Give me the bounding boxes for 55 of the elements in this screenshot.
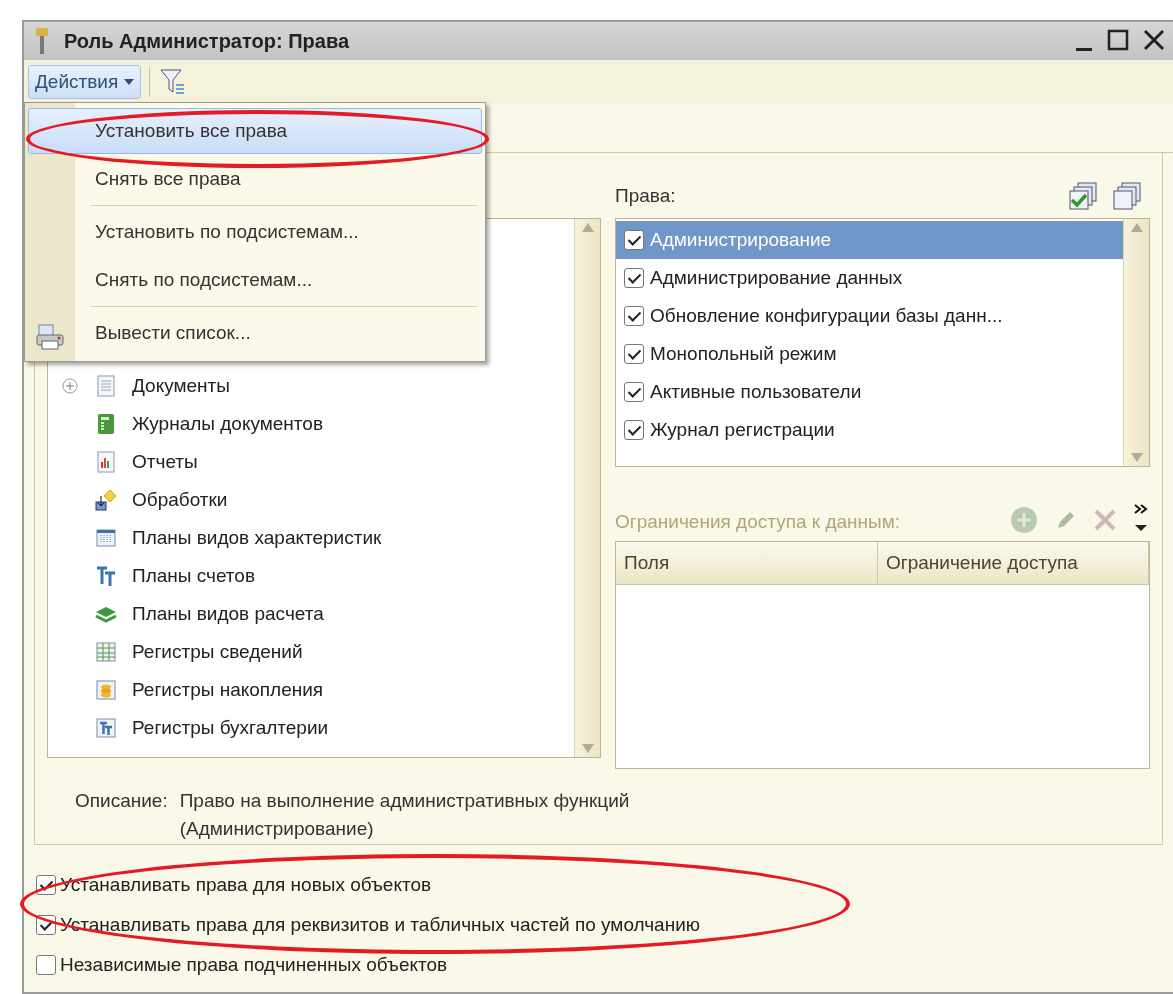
option-label[interactable]: Устанавливать права для реквизитов и табличных частей по умолчанию <box>60 914 701 936</box>
tree-item[interactable]: Регистры накопления <box>132 679 324 701</box>
document-icon <box>94 374 118 398</box>
tree-item[interactable]: Планы видов характеристик <box>132 527 382 549</box>
menu-item[interactable]: Снять по подсистемам... <box>28 257 482 303</box>
column-header[interactable]: Ограничение доступа <box>878 542 1149 584</box>
tt-ledger-icon <box>94 716 118 740</box>
caret-icon[interactable] <box>124 79 135 85</box>
checkbox[interactable] <box>624 420 644 440</box>
table-icon <box>94 640 118 664</box>
description-label: Описание: <box>75 789 168 813</box>
checkbox[interactable] <box>624 230 644 250</box>
tree-item[interactable]: Обработки <box>132 489 228 511</box>
checkbox[interactable] <box>624 268 644 288</box>
key-icon <box>34 27 50 55</box>
uncheck-all-icon[interactable] <box>1112 180 1142 211</box>
checkbox[interactable] <box>36 875 56 895</box>
rights-label: Права: <box>615 184 676 207</box>
coins-icon <box>94 678 118 702</box>
option-label[interactable]: Независимые права подчиненных объектов <box>60 954 448 976</box>
window-title: Роль Администратор: Права <box>64 29 351 53</box>
restrictions-label: Ограничения доступа к данным: <box>615 511 901 534</box>
checkbox[interactable] <box>624 382 644 402</box>
printer-icon <box>35 323 65 351</box>
right-item[interactable]: Монопольный режим <box>650 343 837 365</box>
column-header[interactable]: Поля <box>616 542 878 584</box>
menu-item[interactable]: Установить все права <box>28 108 482 154</box>
description-text: Право на выполнение административных функций (Администрирование) <box>179 789 631 841</box>
tree-item[interactable]: Отчеты <box>132 451 198 473</box>
grid-panel-icon <box>94 526 118 550</box>
checkbox[interactable] <box>624 306 644 326</box>
checkbox[interactable] <box>36 955 56 975</box>
option-label[interactable]: Устанавливать права для новых объектов <box>60 874 432 896</box>
tree-item[interactable]: Документы <box>132 375 230 397</box>
checkbox[interactable] <box>624 344 644 364</box>
menu-item[interactable]: Снять все права <box>28 156 482 202</box>
tt-letters-icon <box>94 564 118 588</box>
maximize-icon[interactable] <box>1107 29 1129 51</box>
close-icon[interactable] <box>1143 29 1165 51</box>
menu-item[interactable]: Установить по подсистемам... <box>28 209 482 255</box>
tree-item[interactable]: Регистры сведений <box>132 641 303 663</box>
tree-item[interactable]: Журналы документов <box>132 413 323 435</box>
right-item[interactable]: Активные пользователи <box>650 381 862 403</box>
check-all-icon[interactable] <box>1068 180 1098 211</box>
bar-chart-icon <box>94 450 118 474</box>
tree-item[interactable]: Планы видов расчета <box>132 603 324 625</box>
checkbox[interactable] <box>36 915 56 935</box>
menu-item[interactable]: Вывести список... <box>28 310 482 356</box>
tree-item[interactable]: Планы счетов <box>132 565 255 587</box>
right-item[interactable]: Журнал регистрации <box>650 419 835 441</box>
tree-item[interactable]: Регистры бухгалтерии <box>132 717 329 739</box>
right-item[interactable]: Обновление конфигурации базы данн... <box>650 305 1003 327</box>
tray-diamond-icon <box>94 488 118 512</box>
right-item[interactable]: Администрирование данных <box>650 267 903 289</box>
actions-button[interactable]: Действия <box>28 65 142 99</box>
